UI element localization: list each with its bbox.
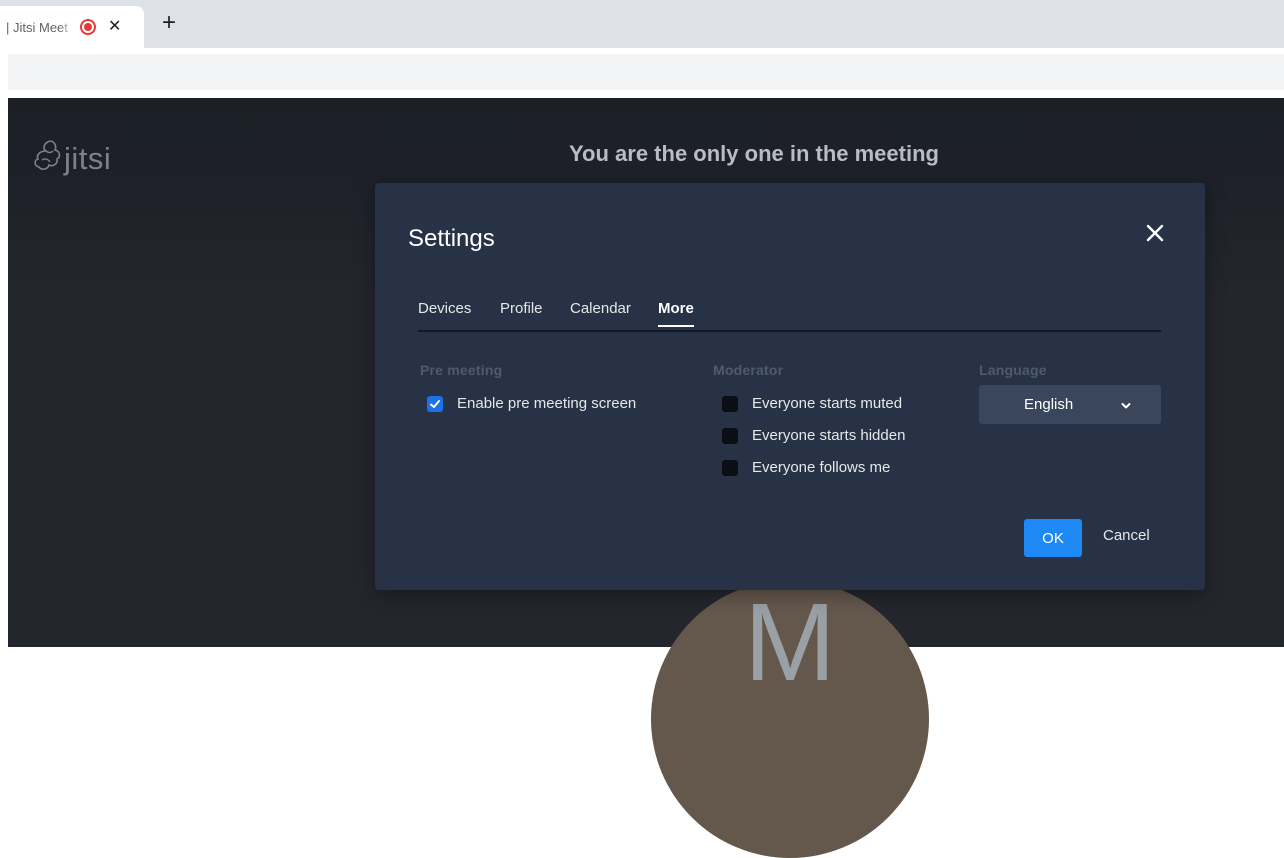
cancel-button[interactable]: Cancel <box>1103 527 1150 544</box>
language-select[interactable]: English <box>979 385 1161 424</box>
browser-toolbar <box>0 48 1284 94</box>
everyone-starts-muted-checkbox[interactable]: Everyone starts muted <box>722 395 902 412</box>
meeting-status-text: You are the only one in the meeting <box>569 141 939 166</box>
checkbox-unchecked-icon <box>722 395 738 412</box>
browser-tab-strip: | Jitsi Meet ✕ + <box>0 0 1284 48</box>
avatar-initial: M <box>744 581 836 704</box>
everyone-starts-hidden-checkbox[interactable]: Everyone starts hidden <box>722 427 905 444</box>
everyone-follows-me-checkbox[interactable]: Everyone follows me <box>722 459 890 476</box>
checkbox-unchecked-icon <box>722 459 738 476</box>
pre-meeting-heading: Pre meeting <box>420 362 503 378</box>
new-tab-button[interactable]: + <box>162 11 176 35</box>
chevron-down-icon <box>1120 399 1132 417</box>
checkbox-label: Everyone starts hidden <box>752 427 906 444</box>
tab-more[interactable]: More <box>658 300 694 327</box>
tab-calendar[interactable]: Calendar <box>570 300 631 317</box>
jitsi-logo-icon <box>32 138 62 180</box>
address-bar[interactable] <box>8 54 1284 90</box>
checkbox-label: Everyone starts muted <box>752 395 903 412</box>
dialog-title: Settings <box>408 225 495 252</box>
record-icon <box>80 19 96 35</box>
browser-tab[interactable]: | Jitsi Meet ✕ <box>0 6 144 48</box>
checkbox-label: Enable pre meeting screen <box>457 395 637 412</box>
close-icon[interactable] <box>1143 221 1167 245</box>
enable-pre-meeting-checkbox[interactable]: Enable pre meeting screen <box>427 395 636 412</box>
browser-tab-title: | Jitsi Meet <box>6 19 68 35</box>
checkbox-checked-icon <box>427 395 443 412</box>
settings-tabs: Devices Profile Calendar More <box>418 300 1161 332</box>
ok-button[interactable]: OK <box>1024 519 1082 557</box>
tab-devices[interactable]: Devices <box>418 300 471 317</box>
jitsi-logo-text: jitsi <box>64 141 112 176</box>
checkbox-label: Everyone follows me <box>752 459 891 476</box>
moderator-heading: Moderator <box>713 362 784 378</box>
checkbox-unchecked-icon <box>722 427 738 444</box>
avatar: M <box>651 580 929 858</box>
tab-close-icon[interactable]: ✕ <box>108 19 121 35</box>
language-heading: Language <box>979 362 1047 378</box>
tab-profile[interactable]: Profile <box>500 300 543 317</box>
settings-dialog: Settings Devices Profile Calendar More P… <box>375 183 1205 590</box>
language-selected-value: English <box>1024 396 1074 413</box>
jitsi-logo: jitsi <box>32 138 111 180</box>
